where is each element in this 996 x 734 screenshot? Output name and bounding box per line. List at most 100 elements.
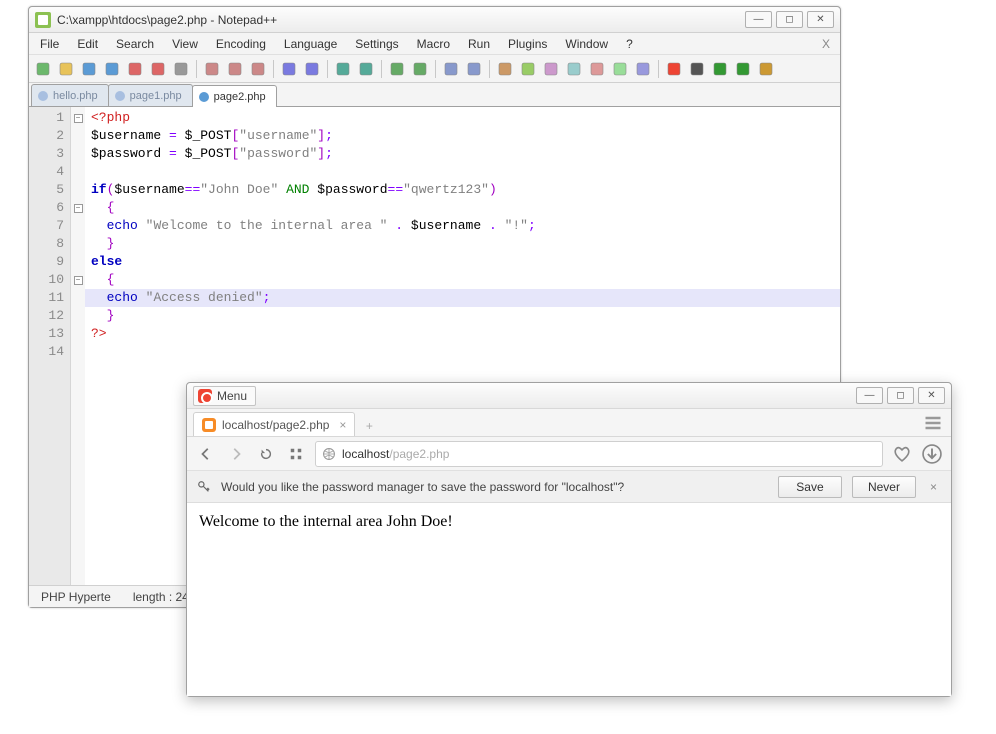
- close-button[interactable]: ✕: [918, 387, 945, 404]
- panel-toggle-icon[interactable]: [923, 413, 943, 433]
- code-line[interactable]: echo "Welcome to the internal area " . $…: [91, 217, 836, 235]
- page-body-text: Welcome to the internal area John Doe!: [199, 513, 453, 530]
- close-file-icon[interactable]: [125, 59, 145, 79]
- code-line[interactable]: $password = $_POST["password"];: [91, 145, 836, 163]
- save-password-button[interactable]: Save: [778, 476, 842, 498]
- lang-panel-icon[interactable]: [564, 59, 584, 79]
- address-bar[interactable]: localhost/page2.php: [315, 441, 883, 467]
- npp-window-controls: — ◻ ✕: [745, 11, 834, 28]
- record-icon[interactable]: [664, 59, 684, 79]
- close-button[interactable]: ✕: [807, 11, 834, 28]
- play-many-icon[interactable]: [733, 59, 753, 79]
- menu-file[interactable]: File: [31, 35, 68, 53]
- new-file-icon[interactable]: [33, 59, 53, 79]
- open-file-icon[interactable]: [56, 59, 76, 79]
- fold-toggle-icon[interactable]: −: [74, 276, 83, 285]
- code-line[interactable]: {: [91, 271, 836, 289]
- close-all-icon[interactable]: [148, 59, 168, 79]
- doc-map-icon[interactable]: [610, 59, 630, 79]
- speed-dial-button[interactable]: [285, 443, 307, 465]
- zoom-in-icon[interactable]: [387, 59, 407, 79]
- sync-h-icon[interactable]: [464, 59, 484, 79]
- file-tab-page1-php[interactable]: page1.php: [108, 84, 193, 106]
- fold-toggle-icon[interactable]: −: [74, 114, 83, 123]
- downloads-icon[interactable]: [921, 443, 943, 465]
- maximize-button[interactable]: ◻: [887, 387, 914, 404]
- undo-icon[interactable]: [279, 59, 299, 79]
- code-line[interactable]: ?>: [91, 325, 836, 343]
- browser-tab[interactable]: localhost/page2.php ×: [193, 412, 355, 436]
- code-line[interactable]: $username = $_POST["username"];: [91, 127, 836, 145]
- folder-icon[interactable]: [587, 59, 607, 79]
- tab-close-icon[interactable]: ×: [339, 418, 346, 432]
- code-line[interactable]: }: [91, 235, 836, 253]
- menu-run[interactable]: Run: [459, 35, 499, 53]
- menu-macro[interactable]: Macro: [408, 35, 459, 53]
- indent-guide-icon[interactable]: [541, 59, 561, 79]
- toolbar-separator: [327, 60, 328, 78]
- key-icon: [197, 480, 211, 494]
- wrap-icon[interactable]: [495, 59, 515, 79]
- infobar-close-icon[interactable]: ×: [926, 480, 941, 494]
- copy-icon[interactable]: [225, 59, 245, 79]
- line-number-gutter: 1 2 3 4 5 6 7 8 9 10 11 12 13 14: [29, 107, 71, 585]
- sync-v-icon[interactable]: [441, 59, 461, 79]
- minimize-button[interactable]: —: [856, 387, 883, 404]
- stop-icon[interactable]: [687, 59, 707, 79]
- file-tab-label: page1.php: [130, 90, 182, 102]
- browser-menu-button[interactable]: Menu: [193, 386, 256, 406]
- save-all-icon[interactable]: [102, 59, 122, 79]
- save-macro-icon[interactable]: [756, 59, 776, 79]
- code-line[interactable]: [91, 163, 836, 181]
- play-icon[interactable]: [710, 59, 730, 79]
- fold-gutter[interactable]: − − −: [71, 107, 85, 585]
- never-save-button[interactable]: Never: [852, 476, 916, 498]
- code-line[interactable]: [91, 343, 836, 361]
- cut-icon[interactable]: [202, 59, 222, 79]
- new-tab-button[interactable]: +: [359, 416, 379, 436]
- xampp-favicon-icon: [202, 418, 216, 432]
- back-button[interactable]: [195, 443, 217, 465]
- code-line[interactable]: else: [91, 253, 836, 271]
- npp-titlebar[interactable]: C:\xampp\htdocs\page2.php - Notepad++ — …: [29, 7, 840, 33]
- menu-edit[interactable]: Edit: [68, 35, 107, 53]
- code-line[interactable]: {: [91, 199, 836, 217]
- bookmark-heart-icon[interactable]: [891, 443, 913, 465]
- file-saved-dot-icon: [115, 91, 125, 101]
- minimize-button[interactable]: —: [745, 11, 772, 28]
- menu-plugins[interactable]: Plugins: [499, 35, 556, 53]
- code-line[interactable]: <?php: [91, 109, 836, 127]
- toolbar-separator: [658, 60, 659, 78]
- paste-icon[interactable]: [248, 59, 268, 79]
- browser-titlebar[interactable]: Menu — ◻ ✕: [187, 383, 951, 409]
- code-line[interactable]: if($username=="John Doe" AND $password==…: [91, 181, 836, 199]
- file-tab-hello-php[interactable]: hello.php: [31, 84, 109, 106]
- menu-language[interactable]: Language: [275, 35, 346, 53]
- zoom-out-icon[interactable]: [410, 59, 430, 79]
- menu-search[interactable]: Search: [107, 35, 163, 53]
- toolbar-separator: [381, 60, 382, 78]
- close-doc-button[interactable]: X: [814, 37, 838, 51]
- find-icon[interactable]: [333, 59, 353, 79]
- replace-icon[interactable]: [356, 59, 376, 79]
- print-icon[interactable]: [171, 59, 191, 79]
- save-icon[interactable]: [79, 59, 99, 79]
- all-chars-icon[interactable]: [518, 59, 538, 79]
- fold-toggle-icon[interactable]: −: [74, 204, 83, 213]
- menu-?[interactable]: ?: [617, 35, 642, 53]
- code-line[interactable]: }: [91, 307, 836, 325]
- notepadpp-app-icon: [35, 12, 51, 28]
- maximize-button[interactable]: ◻: [776, 11, 803, 28]
- func-list-icon[interactable]: [633, 59, 653, 79]
- file-tab-page2-php[interactable]: page2.php: [192, 85, 277, 107]
- menu-settings[interactable]: Settings: [346, 35, 407, 53]
- menu-window[interactable]: Window: [556, 35, 617, 53]
- reload-button[interactable]: [255, 443, 277, 465]
- globe-icon: [322, 447, 336, 461]
- menu-encoding[interactable]: Encoding: [207, 35, 275, 53]
- redo-icon[interactable]: [302, 59, 322, 79]
- forward-button[interactable]: [225, 443, 247, 465]
- menu-view[interactable]: View: [163, 35, 207, 53]
- code-line[interactable]: echo "Access denied";: [85, 289, 840, 307]
- password-save-infobar: Would you like the password manager to s…: [187, 471, 951, 503]
